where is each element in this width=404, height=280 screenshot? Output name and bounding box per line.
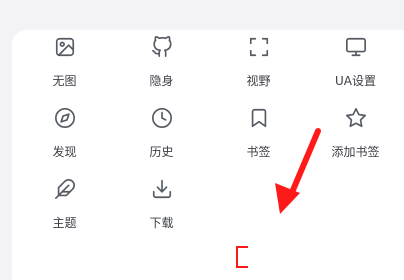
menu-item-history[interactable]: 历史 [113,107,210,178]
menu-item-label: 视野 [246,74,271,88]
menu-item-label: 无图 [52,74,77,88]
menu-item-label: 主题 [52,216,77,230]
star-icon [345,107,367,129]
menu-item-downloads[interactable]: 下载 [113,178,210,249]
menu-item-no-image[interactable]: 无图 [16,36,113,107]
highlight-box [236,246,248,268]
monitor-icon [345,36,367,58]
clock-icon [151,107,173,129]
menu-item-add-bookmark[interactable]: 添加书签 [307,107,404,178]
github-icon [151,36,173,58]
menu-item-label: 书签 [246,145,271,159]
bookmark-icon [248,107,270,129]
download-icon [151,178,173,200]
menu-item-theme[interactable]: 主题 [16,178,113,249]
menu-item-label: 历史 [149,145,174,159]
menu-item-label: 添加书签 [331,145,380,159]
menu-item-label: 隐身 [149,74,174,88]
menu-item-label: 发现 [52,145,77,159]
menu-item-viewport[interactable]: 视野 [210,36,307,107]
menu-item-label: UA设置 [335,74,376,88]
menu-item-label: 下载 [149,216,174,230]
frame-corners-icon [248,36,270,58]
menu-item-incognito[interactable]: 隐身 [113,36,210,107]
menu-item-discover[interactable]: 发现 [16,107,113,178]
image-icon [54,36,76,58]
faded-overlay [232,205,404,280]
menu-item-bookmarks[interactable]: 书签 [210,107,307,178]
feather-icon [54,178,76,200]
menu-item-ua-settings[interactable]: UA设置 [307,36,404,107]
compass-icon [54,107,76,129]
